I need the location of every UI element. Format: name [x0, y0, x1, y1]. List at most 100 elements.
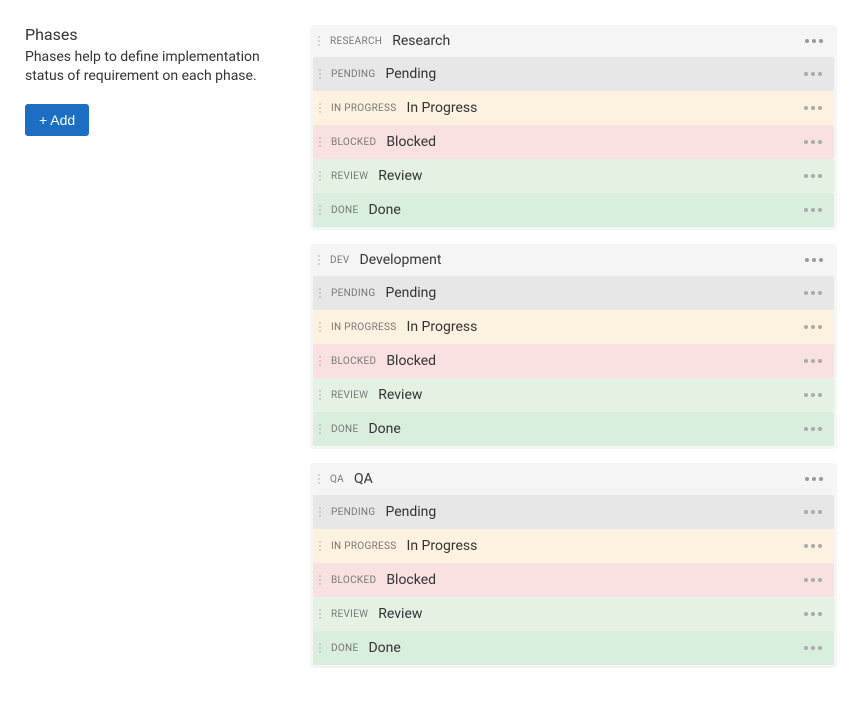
more-icon[interactable] [800, 642, 826, 654]
status-name: Blocked [386, 572, 436, 588]
status-tag: DONE [331, 643, 358, 654]
status-tag: PENDING [331, 288, 375, 299]
status-name: In Progress [407, 319, 478, 335]
phases-list: RESEARCH Research PENDING Pending IN PROGRES… [310, 25, 837, 678]
page-description: Phases help to define implementation sta… [25, 48, 270, 86]
drag-handle-icon[interactable] [318, 36, 320, 46]
phase-tag: RESEARCH [330, 36, 382, 47]
status-tag: IN PROGRESS [331, 541, 397, 552]
more-icon[interactable] [800, 423, 826, 435]
phase-name: QA [354, 471, 373, 487]
status-name: Blocked [386, 134, 436, 150]
drag-handle-icon[interactable] [319, 643, 321, 653]
drag-handle-icon[interactable] [319, 356, 321, 366]
more-icon[interactable] [800, 574, 826, 586]
status-tag: REVIEW [331, 390, 368, 401]
status-row: REVIEW Review [313, 597, 834, 631]
status-name: Pending [385, 504, 436, 520]
more-icon[interactable] [800, 287, 826, 299]
status-row: REVIEW Review [313, 159, 834, 193]
status-name: Review [378, 168, 422, 184]
status-tag: DONE [331, 424, 358, 435]
more-icon[interactable] [800, 506, 826, 518]
phase-name: Development [360, 252, 442, 268]
more-icon[interactable] [801, 473, 827, 485]
status-tag: REVIEW [331, 171, 368, 182]
status-list: PENDING Pending IN PROGRESS In Progress BLOC… [310, 495, 837, 665]
drag-handle-icon[interactable] [319, 103, 321, 113]
drag-handle-icon[interactable] [319, 205, 321, 215]
status-tag: PENDING [331, 507, 375, 518]
status-row: DONE Done [313, 193, 834, 227]
status-row: IN PROGRESS In Progress [313, 310, 834, 344]
status-tag: REVIEW [331, 609, 368, 620]
status-row: DONE Done [313, 412, 834, 446]
status-name: Pending [385, 66, 436, 82]
more-icon[interactable] [800, 355, 826, 367]
status-name: In Progress [407, 538, 478, 554]
status-row: DONE Done [313, 631, 834, 665]
status-name: Done [368, 421, 400, 437]
phase-header: RESEARCH Research [310, 25, 837, 57]
status-name: Pending [385, 285, 436, 301]
more-icon[interactable] [800, 102, 826, 114]
status-tag: BLOCKED [331, 137, 376, 148]
more-icon[interactable] [801, 35, 827, 47]
drag-handle-icon[interactable] [318, 255, 320, 265]
status-tag: PENDING [331, 69, 375, 80]
status-name: Review [378, 387, 422, 403]
phase-header: QA QA [310, 463, 837, 495]
status-row: BLOCKED Blocked [313, 125, 834, 159]
phase-name: Research [392, 33, 450, 49]
more-icon[interactable] [800, 608, 826, 620]
phase-tag: QA [330, 474, 344, 485]
drag-handle-icon[interactable] [319, 609, 321, 619]
status-row: IN PROGRESS In Progress [313, 529, 834, 563]
status-row: PENDING Pending [313, 495, 834, 529]
page-title: Phases [25, 25, 270, 44]
phase-group: QA QA PENDING Pending IN PROGRESS In Progress… [310, 463, 837, 668]
status-name: Done [368, 202, 400, 218]
status-row: BLOCKED Blocked [313, 563, 834, 597]
drag-handle-icon[interactable] [319, 69, 321, 79]
sidebar: Phases Phases help to define implementat… [25, 25, 270, 678]
status-name: Review [378, 606, 422, 622]
status-row: PENDING Pending [313, 57, 834, 91]
status-tag: IN PROGRESS [331, 322, 397, 333]
status-tag: BLOCKED [331, 356, 376, 367]
phase-group: RESEARCH Research PENDING Pending IN PROGRES… [310, 25, 837, 230]
status-tag: IN PROGRESS [331, 103, 397, 114]
drag-handle-icon[interactable] [319, 288, 321, 298]
status-name: Done [368, 640, 400, 656]
phase-header: DEV Development [310, 244, 837, 276]
drag-handle-icon[interactable] [319, 507, 321, 517]
drag-handle-icon[interactable] [319, 575, 321, 585]
status-list: PENDING Pending IN PROGRESS In Progress BLOC… [310, 276, 837, 446]
more-icon[interactable] [800, 204, 826, 216]
drag-handle-icon[interactable] [319, 322, 321, 332]
more-icon[interactable] [800, 136, 826, 148]
phase-group: DEVDevelopmentPENDINGPendingIN PROGRESSI… [310, 244, 837, 449]
drag-handle-icon[interactable] [319, 424, 321, 434]
status-row: BLOCKED Blocked [313, 344, 834, 378]
status-tag: BLOCKED [331, 575, 376, 586]
more-icon[interactable] [800, 540, 826, 552]
drag-handle-icon[interactable] [319, 541, 321, 551]
status-tag: DONE [331, 205, 358, 216]
more-icon[interactable] [800, 68, 826, 80]
drag-handle-icon[interactable] [318, 474, 320, 484]
status-list: PENDING Pending IN PROGRESS In Progress BLOC… [310, 57, 837, 227]
more-icon[interactable] [800, 321, 826, 333]
more-icon[interactable] [800, 170, 826, 182]
more-icon[interactable] [801, 254, 827, 266]
status-name: In Progress [407, 100, 478, 116]
more-icon[interactable] [800, 389, 826, 401]
status-row: IN PROGRESS In Progress [313, 91, 834, 125]
drag-handle-icon[interactable] [319, 390, 321, 400]
drag-handle-icon[interactable] [319, 171, 321, 181]
phase-tag: DEV [330, 255, 350, 266]
status-row: PENDING Pending [313, 276, 834, 310]
drag-handle-icon[interactable] [319, 137, 321, 147]
status-name: Blocked [386, 353, 436, 369]
add-button[interactable]: + Add [25, 104, 89, 136]
